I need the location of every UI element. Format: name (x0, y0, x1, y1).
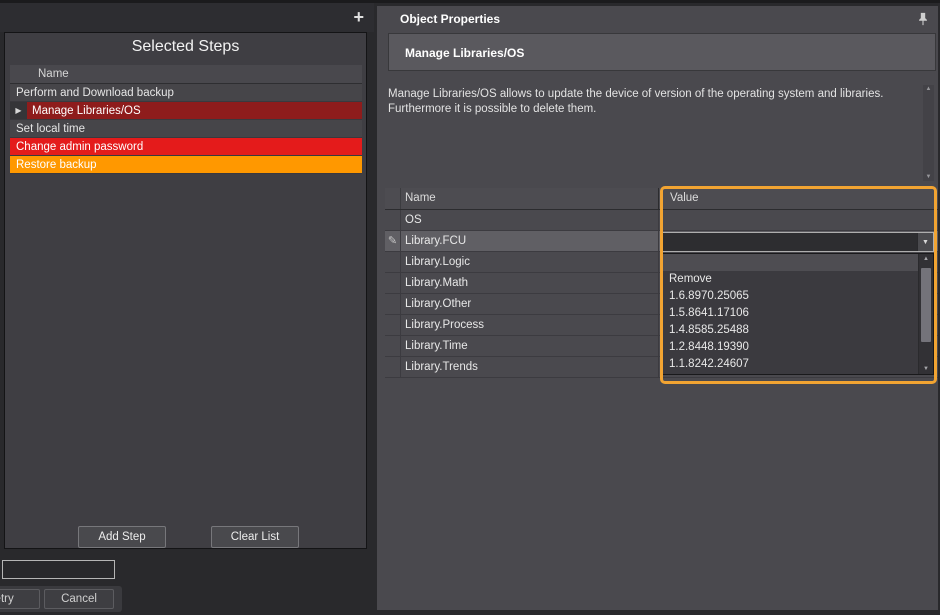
step-row[interactable]: Perform and Download backup (10, 84, 362, 102)
selected-steps-panel: Selected Steps Name Perform and Download… (4, 32, 367, 549)
scrollbar-thumb[interactable] (921, 268, 931, 342)
property-name: Library.FCU (401, 231, 659, 251)
combobox-value (663, 233, 917, 251)
property-name: Library.Other (401, 294, 659, 314)
step-label: Change admin password (10, 141, 143, 153)
selected-steps-table: Name Perform and Download backup ▶Manage … (10, 65, 362, 174)
step-row[interactable]: ▶Manage Libraries/OS (10, 102, 362, 120)
pin-icon[interactable] (916, 12, 930, 26)
object-properties-panel: Object Properties Manage Libraries/OS Ma… (377, 6, 938, 610)
object-properties-header: Object Properties (377, 6, 938, 32)
scroll-down-icon[interactable]: ▼ (919, 366, 933, 372)
dropdown-item[interactable]: 1.5.8641.17106 (663, 305, 918, 322)
dropdown-item[interactable]: 1.4.8585.25488 (663, 322, 918, 339)
property-name: Library.Time (401, 336, 659, 356)
section-title: Manage Libraries/OS (405, 46, 524, 60)
scroll-down-icon[interactable]: ▼ (923, 174, 934, 180)
row-gutter (385, 294, 401, 314)
grid-gutter-header (385, 188, 401, 209)
dropdown-item[interactable] (663, 254, 918, 271)
add-step-button[interactable]: Add Step (78, 526, 166, 548)
property-name: Library.Math (401, 273, 659, 293)
row-gutter (385, 273, 401, 293)
property-name: OS (401, 210, 659, 230)
plus-icon[interactable]: + (353, 6, 364, 28)
retry-button[interactable]: Retry (0, 589, 40, 609)
description-scrollbar[interactable]: ▲ ▼ (923, 85, 934, 181)
scroll-up-icon[interactable]: ▲ (923, 86, 934, 92)
dropdown-item[interactable]: 1.6.8970.25065 (663, 288, 918, 305)
scroll-up-icon[interactable]: ▲ (919, 256, 933, 262)
property-value[interactable] (659, 210, 938, 230)
selected-steps-title: Selected Steps (5, 33, 366, 59)
step-label: Perform and Download backup (10, 87, 174, 99)
section-header: Manage Libraries/OS (388, 33, 936, 71)
property-name: Library.Logic (401, 252, 659, 272)
current-row-arrow-icon: ▶ (10, 102, 27, 119)
object-properties-title: Object Properties (400, 12, 500, 26)
row-gutter (385, 357, 401, 377)
dropdown-item[interactable]: Remove (663, 271, 918, 288)
cancel-button[interactable]: Cancel (44, 589, 114, 609)
value-combobox[interactable]: ▼ (662, 232, 934, 252)
step-label: Manage Libraries/OS (27, 105, 141, 117)
dropdown-item[interactable]: 1.1.8242.24607 (663, 356, 918, 373)
bottom-text-input[interactable] (2, 560, 115, 579)
step-row[interactable]: Restore backup (10, 156, 362, 174)
row-gutter (385, 336, 401, 356)
row-gutter (385, 210, 401, 230)
pencil-icon: ✎ (385, 231, 401, 251)
column-header-name: Name (10, 65, 362, 84)
description-text: Manage Libraries/OS allows to update the… (388, 87, 921, 117)
column-header-name: Name (401, 188, 659, 209)
column-header-value: Value (659, 188, 938, 209)
property-name: Library.Trends (401, 357, 659, 377)
value-dropdown: Remove1.6.8970.250651.5.8641.171061.4.85… (662, 253, 934, 375)
step-row[interactable]: Change admin password (10, 138, 362, 156)
step-row[interactable]: Set local time (10, 120, 362, 138)
left-toolbar: + (0, 3, 374, 32)
chevron-down-icon[interactable]: ▼ (917, 233, 933, 251)
step-label: Set local time (10, 123, 85, 135)
dropdown-scrollbar[interactable]: ▲ ▼ (918, 254, 933, 374)
dropdown-items: Remove1.6.8970.250651.5.8641.171061.4.85… (663, 254, 918, 374)
grid-header-row: Name Value (385, 188, 938, 210)
row-gutter (385, 315, 401, 335)
property-name: Library.Process (401, 315, 659, 335)
step-label: Restore backup (10, 159, 97, 171)
row-gutter (385, 252, 401, 272)
property-row[interactable]: OS (385, 210, 938, 231)
dropdown-item[interactable]: 1.2.8448.19390 (663, 339, 918, 356)
clear-list-button[interactable]: Clear List (211, 526, 299, 548)
steps-table-body: Perform and Download backup ▶Manage Libra… (10, 84, 362, 174)
